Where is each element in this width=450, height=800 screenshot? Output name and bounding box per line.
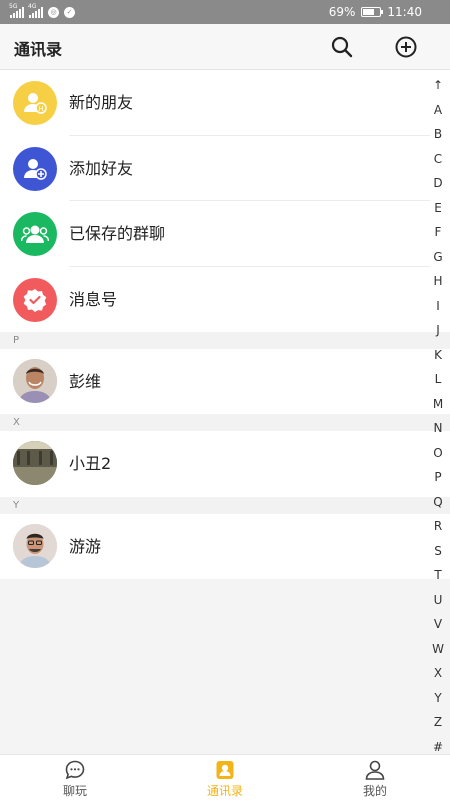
index-letter[interactable]: V [434,617,442,631]
network-label-2: 4G [28,3,37,10]
index-letter[interactable]: X [434,666,442,680]
index-letter[interactable]: ↑ [433,78,443,92]
contact-photo [13,524,57,568]
bottom-tab-bar: 聊玩 通讯录 我的 [0,754,450,800]
tab-label: 通讯录 [206,784,243,798]
clock: 11:40 [387,5,422,19]
avatar [13,359,57,403]
index-letter[interactable]: L [435,372,442,386]
app-notification-icon-2: ✓ [64,6,75,18]
tab-profile[interactable]: 我的 [300,755,450,800]
contacts-screen: 5G 4G ◎ ✓ 69% 11:40 通讯录 H 新的朋友 添加好友 已保存的… [0,0,450,800]
signal-icon: 5G [9,3,24,18]
status-bar: 5G 4G ◎ ✓ 69% 11:40 [0,0,450,24]
contact-name: 彭维 [69,372,102,391]
network-label-1: 5G [9,3,18,10]
tab-chat[interactable]: 聊玩 [0,755,150,800]
tab-label: 我的 [362,784,387,798]
list-item-label: 新的朋友 [69,93,134,112]
index-letter[interactable]: I [436,299,440,313]
contact-row[interactable]: 彭维 [0,349,450,414]
index-letter[interactable]: J [436,323,440,337]
new-friend-icon-badge: H [13,81,57,125]
list-item-label: 消息号 [69,289,118,309]
search-icon [331,36,353,58]
group-chat-icon [21,225,49,243]
contact-list: H 新的朋友 添加好友 已保存的群聊 消息号 P 彭维 X 小丑2 Y 游游 [0,70,450,579]
index-letter[interactable]: M [433,397,443,411]
saved-groups-item[interactable]: 已保存的群聊 [0,201,450,267]
index-letter[interactable]: C [434,152,442,166]
signal-icon-2: 4G [28,3,43,18]
alphabet-index-bar[interactable]: ↑ A B C D E F G H I J K L M N O P Q R S T U V W X Y Z # [427,78,449,754]
index-letter[interactable]: D [433,176,442,190]
contact-row[interactable]: 小丑2 [0,431,450,497]
section-header-p: P [0,332,450,349]
search-button[interactable] [329,34,355,60]
new-friend-icon: H [24,93,47,114]
profile-icon [365,760,385,780]
index-letter[interactable]: Z [434,715,442,729]
index-letter[interactable]: O [433,446,442,460]
index-letter[interactable]: G [433,250,442,264]
contact-photo [13,441,57,485]
new-friends-item[interactable]: H 新的朋友 [0,70,450,136]
add-friend-icon-badge [13,146,57,191]
app-notification-icon: ◎ [48,6,59,18]
index-letter[interactable]: W [432,642,444,656]
contacts-icon [216,761,234,779]
index-letter[interactable]: R [434,519,442,533]
index-letter[interactable]: F [435,225,442,239]
group-chat-icon-badge [13,212,57,256]
add-friend-icon [24,158,47,180]
index-letter[interactable]: T [434,568,441,582]
section-header-x: X [0,414,450,431]
chat-bubble-icon [65,760,85,780]
message-account-icon [23,288,47,312]
page-title: 通讯录 [14,40,63,59]
avatar [13,441,57,485]
index-letter[interactable]: # [433,740,443,754]
index-letter[interactable]: B [434,127,442,141]
contact-name: 小丑2 [69,454,112,473]
index-letter[interactable]: P [434,470,441,484]
svg-text:H: H [38,105,43,113]
tab-contacts[interactable]: 通讯录 [150,755,300,800]
section-header-y: Y [0,497,450,514]
index-letter[interactable]: E [434,201,442,215]
add-button[interactable] [393,34,419,60]
avatar [13,524,57,568]
contact-name: 游游 [69,537,102,556]
index-letter[interactable]: S [434,544,442,558]
battery-percent: 69% [328,5,356,19]
contact-row[interactable]: 游游 [0,514,450,579]
index-letter[interactable]: A [434,103,442,117]
tab-label: 聊玩 [62,784,87,798]
index-letter[interactable]: Q [433,495,442,509]
list-item-label: 添加好友 [69,158,134,178]
index-letter[interactable]: U [434,593,443,607]
message-account-icon-badge [13,277,57,322]
add-friend-item[interactable]: 添加好友 [0,135,450,201]
index-letter[interactable]: Y [434,691,441,705]
contact-photo [13,359,57,403]
app-header: 通讯录 [0,24,450,70]
message-account-item[interactable]: 消息号 [0,266,450,332]
plus-circle-icon [395,36,417,58]
list-item-label: 已保存的群聊 [69,224,166,243]
index-letter[interactable]: N [434,421,443,435]
battery-icon [361,7,384,17]
index-letter[interactable]: K [434,348,442,362]
index-letter[interactable]: H [433,274,442,288]
